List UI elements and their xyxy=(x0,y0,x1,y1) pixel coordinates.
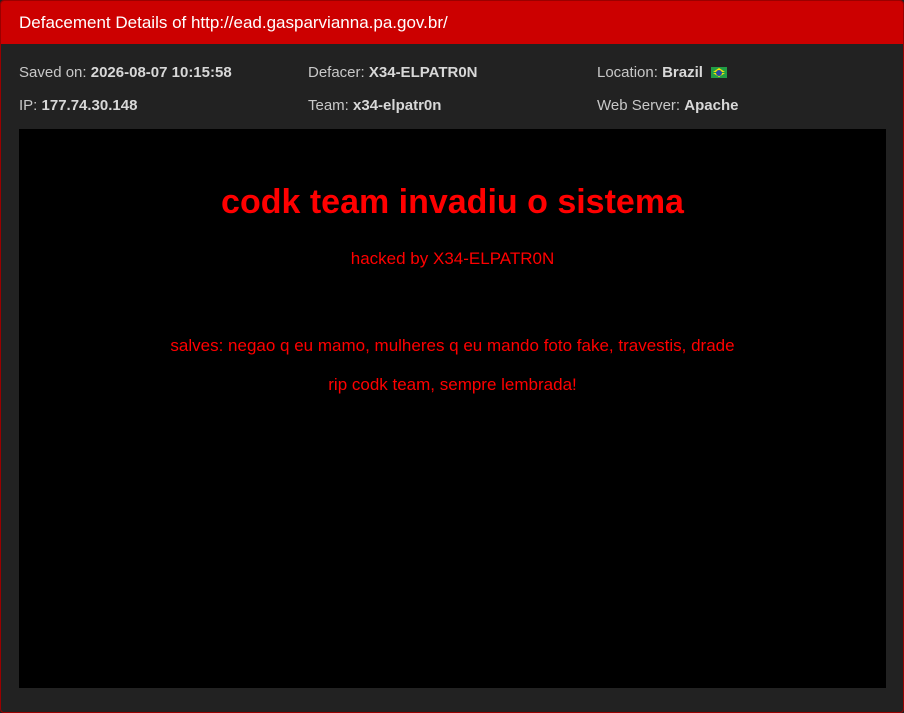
mirror-title: codk team invadiu o sistema xyxy=(221,183,684,221)
defacer-field: Defacer: X34-ELPATR0N xyxy=(308,64,478,81)
mirror-frame[interactable]: codk team invadiu o sistema hacked by X3… xyxy=(19,129,886,688)
web-server-value: Apache xyxy=(684,97,739,114)
ip-field: IP: 177.74.30.148 xyxy=(19,97,137,114)
panel-header: Defacement Details of http://ead.gasparv… xyxy=(1,1,903,44)
team-value[interactable]: x34-elpatr0n xyxy=(353,97,441,114)
team-label: Team: xyxy=(308,97,349,114)
brazil-flag-icon xyxy=(711,67,728,78)
ip-label: IP: xyxy=(19,97,38,114)
location-value: Brazil xyxy=(662,64,703,81)
saved-on-field: Saved on: 2026-08-07 10:15:58 xyxy=(19,64,232,81)
team-field: Team: x34-elpatr0n xyxy=(308,97,441,114)
defacer-label: Defacer: xyxy=(308,64,365,81)
location-field: Location: Brazil xyxy=(597,64,728,81)
panel-title: Defacement Details of http://ead.gasparv… xyxy=(19,13,448,32)
defacer-value[interactable]: X34-ELPATR0N xyxy=(369,64,478,81)
web-server-field: Web Server: Apache xyxy=(597,97,738,114)
defacement-panel: Defacement Details of http://ead.gasparv… xyxy=(0,0,904,713)
saved-on-value: 2026-08-07 10:15:58 xyxy=(90,64,232,81)
web-server-label: Web Server: xyxy=(597,97,681,114)
saved-on-label: Saved on: xyxy=(19,64,87,81)
ip-value: 177.74.30.148 xyxy=(41,97,138,114)
location-label: Location: xyxy=(597,64,658,81)
mirror-salves: salves: negao q eu mamo, mulheres q eu m… xyxy=(170,336,735,355)
details-grid: Saved on: 2026-08-07 10:15:58 Defacer: X… xyxy=(1,44,903,128)
mirror-rip: rip codk team, sempre lembrada! xyxy=(328,375,577,394)
mirror-hacked-by: hacked by X34-ELPATR0N xyxy=(350,249,555,268)
